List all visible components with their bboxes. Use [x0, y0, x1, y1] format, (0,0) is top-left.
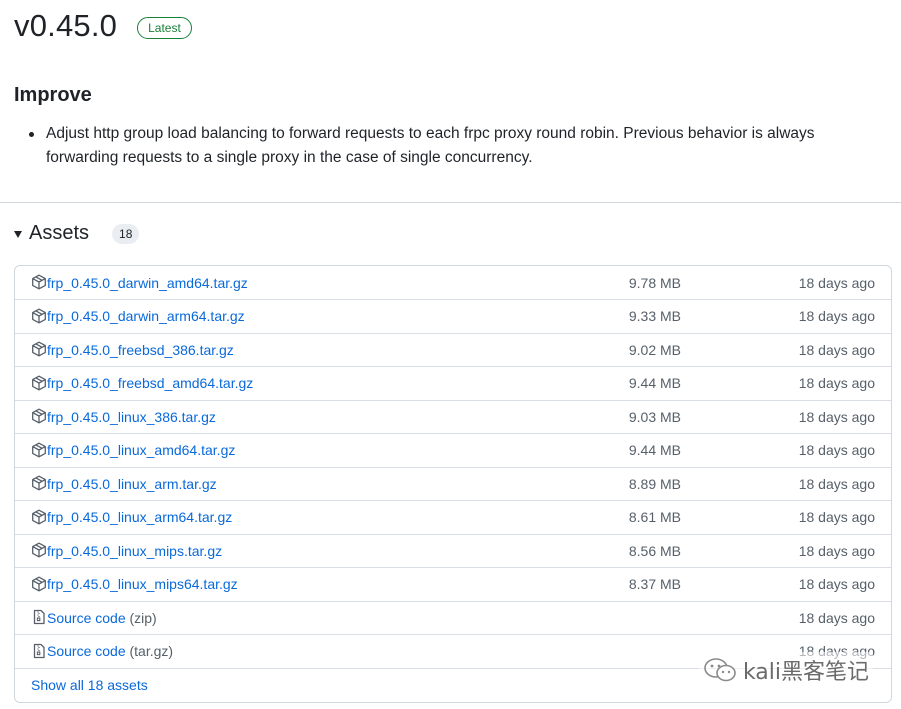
asset-row: frp_0.45.0_darwin_arm64.tar.gz 9.33 MB 18 …: [15, 300, 891, 334]
package-icon: [32, 475, 46, 491]
asset-size: 9.02 MB: [628, 341, 681, 358]
asset-date: 18 days ago: [798, 475, 875, 492]
asset-row: frp_0.45.0_linux_arm.tar.gz 8.89 MB 18 day…: [15, 467, 891, 501]
source-code-label: Source code: [47, 643, 126, 659]
asset-row: frp_0.45.0_linux_arm64.tar.gz 8.61 MB 18 d…: [15, 501, 891, 535]
asset-download-link[interactable]: frp_0.45.0_linux_arm.tar.gz: [47, 476, 217, 492]
asset-size: 8.61 MB: [628, 509, 681, 525]
assets-toggle[interactable]: Assets 18: [14, 222, 140, 245]
asset-date: 18 days ago: [798, 542, 875, 559]
asset-size: 9.44 MB: [628, 375, 681, 391]
package-icon: [32, 341, 46, 357]
wechat-icon: [704, 658, 736, 682]
asset-download-link[interactable]: frp_0.45.0_linux_arm64.tar.gz: [47, 509, 232, 525]
asset-size: 8.56 MB: [628, 542, 681, 559]
asset-download-link[interactable]: frp_0.45.0_darwin_amd64.tar.gz: [47, 275, 248, 291]
asset-download-link[interactable]: frp_0.45.0_linux_amd64.tar.gz: [47, 442, 235, 458]
source-code-format: (tar.gz): [129, 643, 174, 659]
asset-date: 18 days ago: [798, 408, 875, 425]
watermark-text: kali黑客笔记: [742, 660, 869, 685]
package-icon: [32, 408, 46, 424]
assets-list: frp_0.45.0_darwin_amd64.tar.gz 9.78 MB 18 …: [14, 265, 892, 703]
asset-date: 18 days ago: [798, 341, 875, 358]
asset-row: frp_0.45.0_linux_386.tar.gz 9.03 MB 18 day…: [15, 400, 891, 434]
asset-download-link[interactable]: frp_0.45.0_darwin_arm64.tar.gz: [47, 308, 245, 324]
asset-size: 8.89 MB: [628, 475, 681, 492]
asset-row: frp_0.45.0_freebsd_386.tar.gz 9.02 MB 18 d…: [15, 333, 891, 367]
asset-download-link[interactable]: frp_0.45.0_linux_mips64.tar.gz: [47, 576, 238, 592]
release-header: v0.45.0 Latest: [14, 8, 192, 44]
package-icon: [32, 308, 46, 323]
asset-date: 18 days ago: [798, 274, 875, 291]
asset-download-link[interactable]: frp_0.45.0_linux_mips.tar.gz: [47, 543, 222, 559]
notes-heading: Improve: [14, 84, 92, 106]
package-icon: [32, 375, 46, 390]
asset-row: frp_0.45.0_linux_amd64.tar.gz 9.44 MB 18 d…: [15, 434, 891, 468]
asset-size: 9.44 MB: [628, 442, 681, 458]
watermark: kali黑客笔记: [698, 652, 873, 688]
file-zip-icon: [33, 609, 45, 625]
source-code-label: Source code: [47, 609, 126, 626]
release-note-item: Adjust http group load balancing to forw…: [27, 122, 867, 170]
asset-date: 18 days ago: [798, 308, 875, 324]
assets-heading: Assets: [29, 222, 90, 244]
package-icon: [32, 509, 46, 524]
asset-date: 18 days ago: [798, 609, 875, 626]
source-code-row: Source code (zip) 18 days ago: [15, 601, 891, 635]
asset-date: 18 days ago: [798, 576, 875, 592]
asset-download-link[interactable]: frp_0.45.0_freebsd_386.tar.gz: [47, 342, 234, 358]
package-icon: [32, 442, 46, 457]
package-icon: [32, 542, 46, 558]
asset-download-link[interactable]: frp_0.45.0_freebsd_amd64.tar.gz: [47, 375, 253, 391]
caret-down-icon: [14, 231, 22, 238]
package-icon: [32, 274, 46, 290]
asset-row: frp_0.45.0_linux_mips64.tar.gz 8.37 MB 18 …: [15, 568, 891, 602]
latest-badge: Latest: [137, 17, 192, 39]
release-notes: Adjust http group load balancing to forw…: [27, 122, 867, 170]
asset-date: 18 days ago: [798, 375, 875, 391]
assets-count-badge: 18: [112, 223, 140, 244]
asset-row: frp_0.45.0_freebsd_amd64.tar.gz 9.44 MB 18…: [15, 367, 891, 401]
section-divider: [0, 202, 901, 203]
asset-date: 18 days ago: [798, 442, 875, 458]
asset-row: frp_0.45.0_darwin_amd64.tar.gz 9.78 MB 18 …: [15, 266, 891, 300]
file-zip-icon: [33, 643, 45, 658]
asset-size: 9.03 MB: [628, 408, 681, 425]
asset-size: 9.78 MB: [628, 274, 681, 291]
show-all-assets-link[interactable]: Show all 18 assets: [31, 677, 148, 693]
asset-size: 9.33 MB: [628, 308, 681, 324]
asset-date: 18 days ago: [798, 509, 875, 525]
asset-size: 8.37 MB: [628, 576, 681, 592]
source-code-link[interactable]: Source code (tar.gz): [47, 643, 173, 659]
release-title[interactable]: v0.45.0: [14, 8, 117, 44]
source-code-format: (zip): [129, 609, 157, 626]
package-icon: [32, 576, 46, 591]
asset-row: frp_0.45.0_linux_mips.tar.gz 8.56 MB 18 da…: [15, 534, 891, 568]
asset-download-link[interactable]: frp_0.45.0_linux_386.tar.gz: [47, 409, 216, 425]
source-code-link[interactable]: Source code (zip): [47, 610, 157, 626]
